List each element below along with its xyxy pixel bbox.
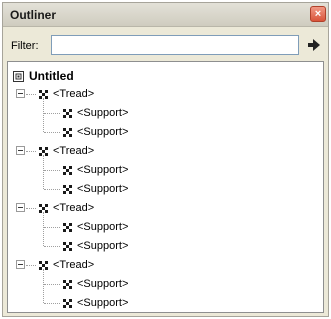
close-button[interactable]: × [310,6,326,22]
tree-group-tread[interactable]: <Tread> [39,143,94,159]
close-icon: × [314,8,322,20]
tree-item-support[interactable]: <Support> [63,181,128,197]
collapse-toggle[interactable] [16,89,25,98]
tree-item-support[interactable]: <Support> [63,105,128,121]
component-icon [63,279,72,289]
tree-item-label: <Tread> [53,202,95,214]
arrow-right-icon [308,39,320,51]
tree-connector [43,155,44,189]
filter-row: Filter: [3,31,328,59]
filter-label: Filter: [11,40,39,52]
component-icon [63,222,72,232]
component-icon [63,184,72,194]
tree-item-support[interactable]: <Support> [63,276,128,292]
filter-apply-button[interactable] [305,36,323,54]
model-icon [13,70,24,82]
tree-item-label: <Support> [77,126,129,138]
tree-item-label: <Support> [77,183,129,195]
tree-connector [26,151,36,152]
component-icon [63,298,72,308]
tree-item-support[interactable]: <Support> [63,219,128,235]
component-icon [63,127,72,137]
tree-item-label: <Tread> [53,88,95,100]
tree-connector [44,227,60,228]
title-bar[interactable]: Outliner × [3,3,328,27]
outliner-window: Outliner × Filter: Untitled <Tread> <Supp… [2,2,329,317]
tree-connector [26,208,36,209]
collapse-toggle[interactable] [16,146,25,155]
tree-group-tread[interactable]: <Tread> [39,86,94,102]
component-icon [63,241,72,251]
tree-connector [43,212,44,246]
tree-connector [44,113,60,114]
tree-connector [43,269,44,303]
tree-connector [44,189,60,190]
tree-group-tread[interactable]: <Tread> [39,257,94,273]
tree-item-label: <Support> [77,278,129,290]
tree-item-support[interactable]: <Support> [63,124,128,140]
tree-item-support[interactable]: <Support> [63,295,128,311]
tree-connector [26,265,36,266]
tree-connector [44,246,60,247]
component-icon [63,108,72,118]
tree-connector [26,94,36,95]
collapse-toggle[interactable] [16,260,25,269]
tree-connector [44,284,60,285]
tree-item-label: <Support> [77,164,129,176]
tree-item-support[interactable]: <Support> [63,238,128,254]
tree-connector [44,132,60,133]
tree-connector [43,98,44,132]
tree-connector [44,303,60,304]
component-icon [63,165,72,175]
collapse-toggle[interactable] [16,203,25,212]
tree-item-support[interactable]: <Support> [63,162,128,178]
tree-item-label: <Support> [77,240,129,252]
tree-item-label: <Tread> [53,259,95,271]
tree-group-tread[interactable]: <Tread> [39,200,94,216]
tree-item-label: <Support> [77,221,129,233]
window-title: Outliner [10,8,57,22]
tree-item-label: <Support> [77,107,129,119]
tree-root-item[interactable]: Untitled [13,68,74,84]
tree-connector [44,170,60,171]
tree-root-label: Untitled [29,69,74,83]
filter-input[interactable] [51,35,299,55]
tree-item-label: <Support> [77,297,129,309]
outliner-tree[interactable]: Untitled <Tread> <Support> <Support> <Tread… [7,61,324,313]
tree-item-label: <Tread> [53,145,95,157]
